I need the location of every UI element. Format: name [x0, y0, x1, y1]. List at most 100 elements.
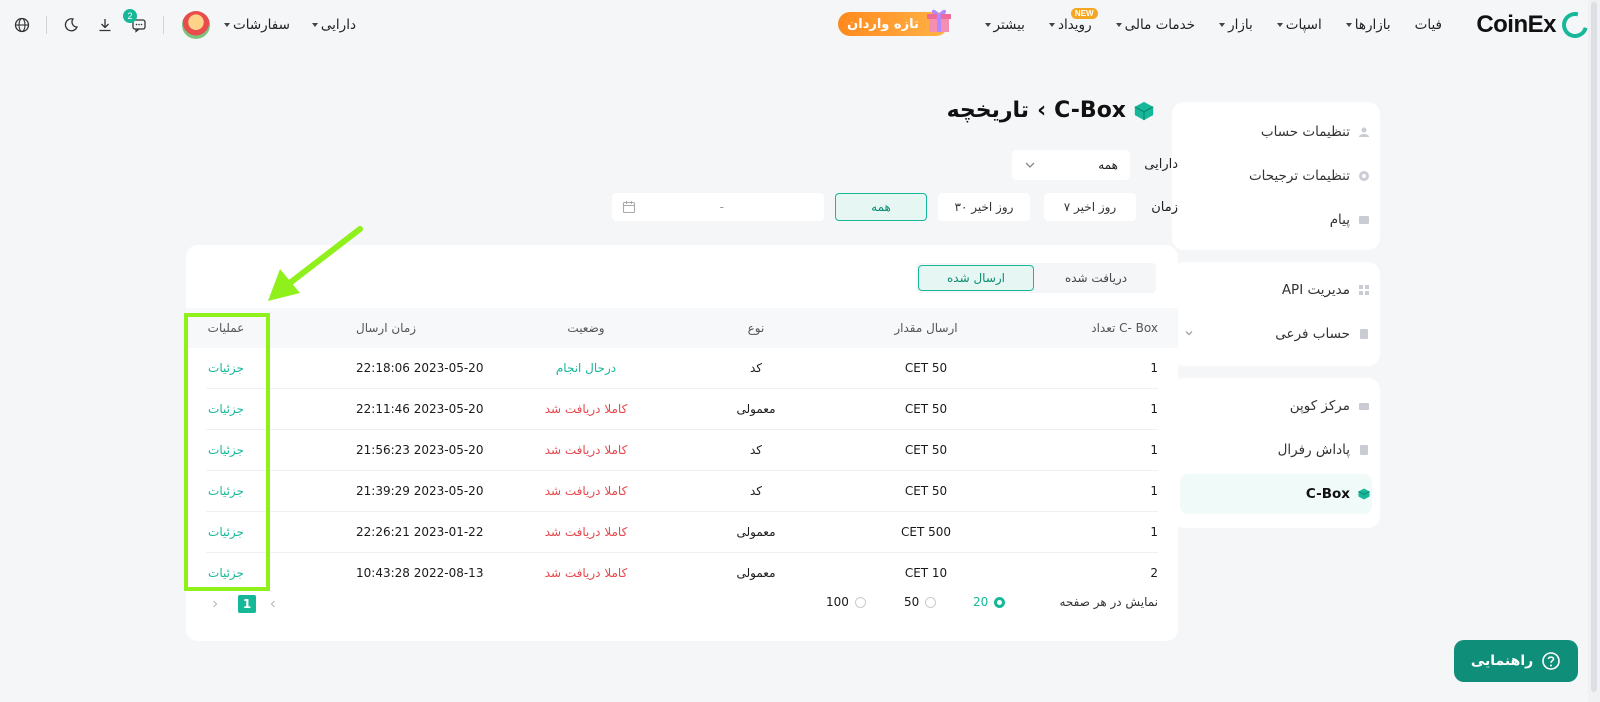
asset-select[interactable]: همه [1012, 150, 1130, 180]
table-row: 2 CET 10 معمولی کاملا دریافت شد 10:43:28… [206, 553, 1158, 594]
sidebar-item-cbox[interactable]: C-Box [1180, 474, 1372, 514]
breadcrumb-separator: › [1037, 98, 1047, 123]
sidebar-group-rewards: مرکز کوپن پاداش رفرال C-Box [1172, 378, 1380, 528]
header-time: زمان ارسال [356, 321, 417, 335]
referral-icon [1358, 444, 1370, 456]
cbox-icon [1134, 101, 1154, 120]
radio-selected-icon [994, 596, 1006, 608]
table-row: 1 CET 50 کد کاملا دریافت شد 21:56:23 202… [206, 430, 1158, 471]
status-badge: کاملا دریافت شد [544, 443, 628, 457]
newcomer-promo-button[interactable]: تازه واردان [838, 9, 951, 36]
top-header: CoinEx فیات بازارها اسپات بازار خدمات ما… [0, 0, 1600, 50]
nav-fiat[interactable]: فیات [1415, 17, 1442, 33]
time-filter-label: زمان [1151, 200, 1178, 215]
caret-down-icon [224, 23, 230, 27]
per-page-option-20[interactable]: 20 [973, 595, 1006, 609]
moon-icon[interactable] [61, 15, 81, 35]
table-row: 1 CET 50 معمولی کاملا دریافت شد 22:11:46… [206, 389, 1158, 430]
divider [46, 16, 47, 34]
orders-menu[interactable]: سفارشات [224, 17, 290, 33]
cbox-icon [1358, 488, 1370, 500]
preferences-icon [1358, 170, 1370, 182]
per-page-option-100[interactable]: 100 [826, 595, 866, 609]
chevron-down-icon [1025, 162, 1035, 168]
status-badge: کاملا دریافت شد [544, 525, 628, 539]
caret-down-icon [1048, 23, 1055, 27]
asset-filter-label: دارایی [1144, 157, 1178, 172]
nav-markets[interactable]: بازارها [1345, 17, 1391, 33]
sidebar-group-account: تنظیمات حساب تنظیمات ترجیحات پیام [1172, 102, 1380, 250]
history-tabs: دریافت شده ارسال شده [916, 263, 1156, 293]
chevron-left-icon[interactable] [268, 599, 278, 609]
main-nav: فیات بازارها اسپات بازار خدمات مالی روید… [961, 0, 1442, 50]
status-badge: درحال انجام [555, 361, 617, 375]
nav-events[interactable]: رویداد NEW [1048, 8, 1098, 33]
nav-market[interactable]: بازار [1219, 17, 1253, 33]
caret-down-icon [1219, 23, 1226, 27]
message-icon[interactable]: 2 [123, 9, 149, 35]
message-count-badge: 2 [123, 9, 137, 23]
annotation-arrow-icon [268, 226, 363, 301]
table-row: 1 CET 50 کد درحال انجام 22:18:06 2023-05… [206, 348, 1158, 389]
nav-more[interactable]: بیشتر [984, 17, 1025, 33]
sidebar-item-api-management[interactable]: مدیریت API [1172, 270, 1380, 310]
gift-icon [927, 9, 951, 32]
language-icon[interactable] [12, 15, 32, 35]
help-button[interactable]: راهنمایی [1454, 640, 1578, 682]
new-badge: NEW [1070, 8, 1098, 19]
caret-down-icon [311, 23, 318, 27]
sidebar-group-api: مدیریت API حساب فرعی [1172, 262, 1380, 366]
header-count: تعداد C- Box [1091, 321, 1158, 335]
caret-down-icon [1276, 23, 1283, 27]
header-type: نوع [747, 321, 765, 335]
page-number-current[interactable]: 1 [238, 595, 256, 613]
nav-financial[interactable]: خدمات مالی [1115, 17, 1195, 33]
api-icon [1358, 284, 1370, 296]
sidebar-item-messages[interactable]: پیام [1172, 200, 1380, 240]
assets-menu[interactable]: دارایی [311, 17, 356, 33]
caret-down-icon [984, 23, 991, 27]
user-icon [1358, 126, 1370, 138]
page-scrollbar[interactable] [1588, 0, 1600, 702]
caret-down-icon [1115, 23, 1122, 27]
sub-account-icon [1358, 328, 1370, 340]
status-badge: کاملا دریافت شد [544, 484, 628, 498]
title-text: تاریخچه [946, 98, 1030, 123]
date-range-input[interactable]: - [612, 193, 824, 221]
page-title: C-Box › تاریخچه [947, 98, 1154, 123]
chevron-right-icon[interactable] [210, 599, 220, 609]
sidebar-item-account-settings[interactable]: تنظیمات حساب [1172, 112, 1380, 152]
download-icon[interactable] [95, 15, 115, 35]
avatar[interactable] [182, 11, 210, 39]
operations-column-highlight [184, 313, 270, 591]
per-page-option-50[interactable]: 50 [904, 595, 937, 609]
header-amount: ارسال مقدار [894, 321, 958, 335]
title-prefix[interactable]: C-Box [1054, 98, 1126, 123]
time-all-button[interactable]: همه [835, 193, 927, 221]
coinex-logo[interactable]: CoinEx [1476, 7, 1593, 43]
sidebar-item-preferences[interactable]: تنظیمات ترجیحات [1172, 156, 1380, 196]
table-header: تعداد C- Box ارسال مقدار نوع وضعیت زمان … [186, 308, 1178, 348]
per-page-label: نمایش در هر صفحه [1059, 595, 1158, 609]
header-utilities: 2 سفارشات دارایی [12, 9, 378, 39]
table-row: 1 CET 50 کد کاملا دریافت شد 21:39:29 202… [206, 471, 1158, 512]
nav-spot[interactable]: اسپات [1276, 17, 1322, 33]
chevron-down-icon[interactable] [1184, 328, 1194, 338]
question-circle-icon [1542, 652, 1560, 670]
radio-icon [925, 596, 937, 608]
tab-received[interactable]: دریافت شده [1038, 265, 1154, 291]
message-icon [1358, 214, 1370, 226]
coupon-icon [1358, 400, 1370, 412]
sidebar-item-coupon-center[interactable]: مرکز کوپن [1172, 386, 1380, 426]
sidebar-item-sub-account[interactable]: حساب فرعی [1172, 314, 1380, 354]
table-row: 1 CET 500 معمولی کاملا دریافت شد 22:26:2… [206, 512, 1158, 553]
radio-icon [854, 596, 866, 608]
time-30days-button[interactable]: ۳۰ روز اخیر [938, 193, 1030, 221]
header-status: وضعیت [567, 321, 605, 335]
divider [163, 16, 164, 34]
status-badge: کاملا دریافت شد [544, 566, 628, 580]
time-7days-button[interactable]: ۷ روز اخیر [1044, 193, 1136, 221]
caret-down-icon [1345, 23, 1352, 27]
tab-sent[interactable]: ارسال شده [918, 265, 1034, 291]
sidebar-item-referral[interactable]: پاداش رفرال [1172, 430, 1380, 470]
